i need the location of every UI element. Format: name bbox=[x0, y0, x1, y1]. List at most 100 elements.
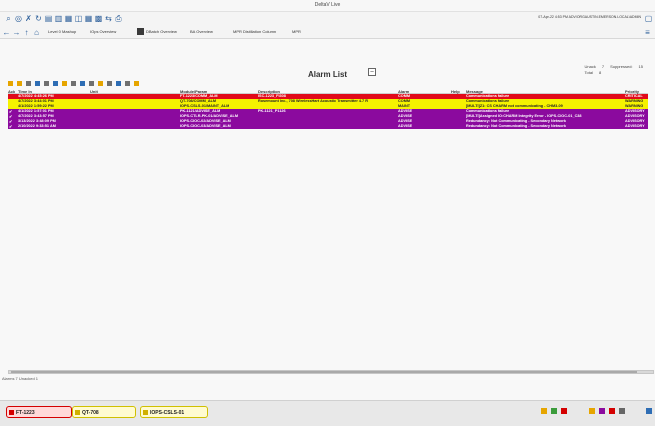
crumb-mpr[interactable]: MPR bbox=[292, 29, 301, 34]
tools-icon[interactable]: ✗ bbox=[24, 14, 33, 23]
total-label: Total bbox=[584, 69, 593, 75]
crumb-dbatch[interactable]: DBatch Overview bbox=[146, 29, 177, 34]
warning-tray-icon[interactable] bbox=[541, 408, 547, 414]
alarm-toolbar bbox=[8, 81, 139, 88]
alarm-priority-icon bbox=[143, 410, 148, 415]
row-priority: ADVISORY bbox=[625, 124, 645, 128]
up-arrow-icon[interactable]: ↑ bbox=[22, 28, 31, 37]
horizontal-scrollbar[interactable] bbox=[8, 370, 654, 374]
title-bar: DeltaV Live bbox=[0, 0, 655, 12]
globe-icon[interactable]: ◎ bbox=[14, 14, 23, 23]
search-icon[interactable]: ⌕ bbox=[4, 14, 13, 23]
columns-icon[interactable] bbox=[71, 81, 76, 86]
advisory-tray-icon[interactable] bbox=[599, 408, 605, 414]
row-message: Communications failure bbox=[466, 109, 510, 113]
row-time: 4/7/2022 3:43:57 PM bbox=[18, 114, 54, 118]
row-time: 4/7/2022 4:45:26 PM bbox=[18, 94, 54, 98]
minimize-button[interactable]: – bbox=[368, 68, 376, 76]
crumb-mpr-column[interactable]: MPR Distillation Column bbox=[233, 29, 276, 34]
back-arrow-icon[interactable]: ← bbox=[2, 28, 11, 37]
silence-icon[interactable] bbox=[17, 81, 22, 86]
alarm-priority-icon bbox=[9, 410, 14, 415]
highlight-icon[interactable] bbox=[98, 81, 103, 86]
row-message: [MULTI]Z1: CS CHARM not communicating - … bbox=[466, 104, 563, 108]
row-message: Redundancy: Not Communicating - Secondar… bbox=[466, 124, 566, 128]
bell-icon[interactable] bbox=[62, 81, 67, 86]
alarm-banner[interactable]: IOPS-CSLS-01 bbox=[140, 406, 208, 418]
info-icon[interactable] bbox=[35, 81, 40, 86]
scrollbar-thumb[interactable] bbox=[11, 371, 637, 373]
main-toolbar: ⌕ ◎ ✗ ↻ ▤ ▥ ▦ ◫ ▦ ▩ ⇆ ⎙ 07-Apr-22 4:53 P… bbox=[0, 12, 655, 26]
window-panel-icon[interactable]: ▢ bbox=[644, 14, 653, 23]
sort-icon[interactable] bbox=[53, 81, 58, 86]
alarm-banner-label: IOPS-CSLS-01 bbox=[150, 410, 185, 416]
chart-icon[interactable]: ◫ bbox=[74, 14, 83, 23]
crumb-level0[interactable]: Level 0 Mashup bbox=[48, 29, 76, 34]
funnel-icon[interactable] bbox=[125, 81, 130, 86]
tiles-icon[interactable]: ▩ bbox=[94, 14, 103, 23]
help-tray-icon[interactable] bbox=[646, 408, 652, 414]
export-icon[interactable] bbox=[80, 81, 85, 86]
table-row[interactable]: ✔ 2/10/2022 9:33:51 AM IOPS-CIOC-03/ADVISE… bbox=[8, 124, 648, 129]
home-icon[interactable]: ⌂ bbox=[32, 28, 41, 37]
page-icon[interactable] bbox=[26, 81, 31, 86]
row-time: 4/1/2022 1:59:22 PM bbox=[18, 104, 54, 108]
forward-arrow-icon[interactable]: → bbox=[12, 28, 21, 37]
alarm-rows: 4/7/2022 4:45:26 PM FT-1223/COMM_ALM ISC-1… bbox=[8, 94, 648, 129]
star-icon[interactable] bbox=[134, 81, 139, 86]
faceplate-icon[interactable]: ▦ bbox=[64, 14, 73, 23]
row-priority: WARNING bbox=[625, 104, 644, 108]
row-module: IOPS-CIOC-02/ADVISE_ALM bbox=[180, 119, 231, 123]
suppressed-value: 15 bbox=[638, 63, 643, 69]
row-module: QT-708/COMM_ALM bbox=[180, 99, 217, 103]
trend-icon[interactable]: ▥ bbox=[54, 14, 63, 23]
help-icon[interactable] bbox=[116, 81, 121, 86]
row-alarm: ADVISE bbox=[398, 119, 413, 123]
row-module: IOPS-CIOC-03/ADVISE_ALM bbox=[180, 124, 231, 128]
row-ack: ✔ bbox=[9, 125, 13, 129]
filter-icon[interactable] bbox=[44, 81, 49, 86]
alarm-list-panel: Alarm List – Unack 7 Suppressed: 15 Tota… bbox=[0, 39, 655, 400]
navigation-toolbar: ← → ↑ ⌂ Level 0 Mashup IOps Overview DBa… bbox=[0, 26, 655, 39]
row-time: 2/10/2022 9:33:51 AM bbox=[18, 124, 56, 128]
unack-value: 7 bbox=[601, 63, 605, 69]
alarm-banner-bar: FT-1223 QT-708 IOPS-CSLS-01 bbox=[0, 400, 655, 426]
speaker-icon[interactable] bbox=[619, 408, 625, 414]
row-alarm: ADVISE bbox=[398, 124, 413, 128]
alarm-status: Alarms 7 Unacked 1 bbox=[2, 376, 39, 381]
alarm-tray-icon[interactable] bbox=[609, 408, 615, 414]
row-alarm: COMM bbox=[398, 99, 411, 103]
row-description: PK-1121_P1126 bbox=[258, 109, 286, 113]
date-user-info: 07-Apr-22 4:53 PM ADV/ORGAUSTIN.EMERSON.… bbox=[538, 15, 641, 19]
row-message: Redundancy: Not Communicating - Secondar… bbox=[466, 119, 566, 123]
row-module: IOPS-CSLS-01/MAINT_ALM bbox=[180, 104, 230, 108]
row-module: FT-1223/COMM_ALM bbox=[180, 94, 218, 98]
row-message: Communications failure bbox=[466, 99, 510, 103]
alarm-counts: Unack 7 Suppressed: 15 Total 8 bbox=[585, 63, 644, 75]
status-tray-icon[interactable] bbox=[551, 408, 557, 414]
bell-tray-icon[interactable] bbox=[589, 408, 595, 414]
display-icon[interactable]: ▤ bbox=[44, 14, 53, 23]
sync-icon[interactable]: ⇆ bbox=[104, 14, 113, 23]
crumb-ba[interactable]: BA Overview bbox=[190, 29, 213, 34]
acknowledge-icon[interactable] bbox=[8, 81, 13, 86]
unack-label: Unack bbox=[584, 63, 596, 69]
alarm-banner[interactable]: FT-1223 bbox=[6, 406, 72, 418]
alarm-table: Ack Time In Unit Module/Param Descriptio… bbox=[8, 89, 648, 129]
print-list-icon[interactable] bbox=[89, 81, 94, 86]
row-alarm: ADVISE bbox=[398, 114, 413, 118]
alarm-banner[interactable]: QT-708 bbox=[72, 406, 136, 418]
row-message: [MULTI]Assigned IO:CHARM Integrity Error… bbox=[466, 114, 582, 118]
refresh-icon[interactable]: ↻ bbox=[34, 14, 43, 23]
row-priority: ADVISORY bbox=[625, 119, 645, 123]
settings-icon[interactable] bbox=[107, 81, 112, 86]
row-time: 3/13/2022 3:48:09 PM bbox=[18, 119, 56, 123]
print-icon[interactable]: ⎙ bbox=[114, 14, 123, 23]
alarm-priority-icon bbox=[75, 410, 80, 415]
row-module: PK-1121/ADVISE_ALM bbox=[180, 109, 221, 113]
crumb-iops[interactable]: IOps Overview bbox=[90, 29, 116, 34]
grid-icon[interactable]: ▦ bbox=[84, 14, 93, 23]
alert-tray-icon[interactable] bbox=[561, 408, 567, 414]
menu-icon[interactable]: ≡ bbox=[643, 28, 652, 37]
row-module: IOPS-CTLR-PK-01/ADVISE_ALM bbox=[180, 114, 239, 118]
